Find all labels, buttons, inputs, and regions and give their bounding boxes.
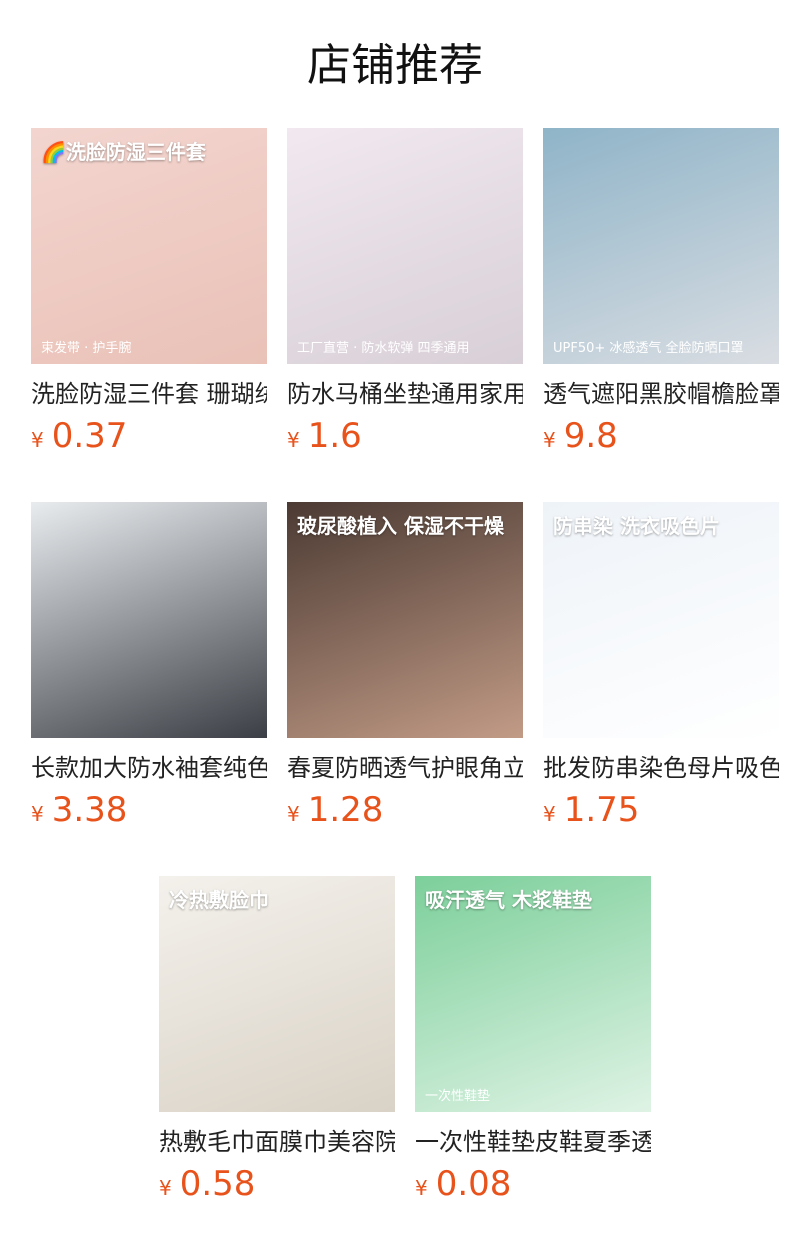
image-caption-top: 冷热敷脸巾 bbox=[169, 888, 269, 912]
image-caption-bottom: 一次性鞋垫 bbox=[425, 1089, 491, 1104]
page-title: 店铺推荐 bbox=[307, 40, 483, 91]
product-card[interactable]: 冷热敷脸巾热敷毛巾面膜巾美容院 ¥0.58 bbox=[159, 876, 395, 1204]
product-card[interactable]: 长款加大防水袖套纯色 ¥3.38 bbox=[31, 502, 267, 830]
product-image[interactable] bbox=[31, 502, 267, 738]
price-amount: 0.58 bbox=[179, 1164, 256, 1204]
currency-symbol: ¥ bbox=[159, 1176, 172, 1200]
price-amount: 1.28 bbox=[307, 790, 384, 830]
product-name[interactable]: 防水马桶坐垫通用家用 bbox=[287, 378, 523, 410]
image-caption-top: 吸汗透气 木浆鞋垫 bbox=[425, 888, 592, 912]
product-image[interactable]: 防串染 洗衣吸色片 bbox=[543, 502, 779, 738]
image-caption-top: 防串染 洗衣吸色片 bbox=[553, 514, 720, 538]
product-name[interactable]: 春夏防晒透气护眼角立体 bbox=[287, 752, 523, 784]
currency-symbol: ¥ bbox=[543, 802, 556, 826]
product-card[interactable]: 吸汗透气 木浆鞋垫一次性鞋垫一次性鞋垫皮鞋夏季透气 ¥0.08 bbox=[415, 876, 651, 1204]
currency-symbol: ¥ bbox=[287, 428, 300, 452]
product-card[interactable]: 玻尿酸植入 保湿不干燥春夏防晒透气护眼角立体 ¥1.28 bbox=[287, 502, 523, 830]
product-card[interactable]: 防串染 洗衣吸色片批发防串染色母片吸色 ¥1.75 bbox=[543, 502, 779, 830]
image-caption-bottom: 束发带 · 护手腕 bbox=[41, 341, 132, 356]
product-name[interactable]: 一次性鞋垫皮鞋夏季透气 bbox=[415, 1126, 651, 1158]
price-amount: 0.08 bbox=[435, 1164, 512, 1204]
image-caption-top: 玻尿酸植入 保湿不干燥 bbox=[297, 514, 504, 538]
product-row: 冷热敷脸巾热敷毛巾面膜巾美容院 ¥0.58 吸汗透气 木浆鞋垫一次性鞋垫一次性鞋垫… bbox=[31, 876, 779, 1204]
product-name[interactable]: 热敷毛巾面膜巾美容院 bbox=[159, 1126, 395, 1158]
product-row: 长款加大防水袖套纯色 ¥3.38 玻尿酸植入 保湿不干燥春夏防晒透气护眼角立体 ¥1… bbox=[31, 502, 779, 830]
price-amount: 9.8 bbox=[563, 416, 618, 456]
product-price: ¥1.28 bbox=[287, 790, 523, 830]
product-image[interactable]: 冷热敷脸巾 bbox=[159, 876, 395, 1112]
image-caption-bottom: UPF50+ 冰感透气 全脸防晒口罩 bbox=[553, 341, 744, 356]
product-name[interactable]: 长款加大防水袖套纯色 bbox=[31, 752, 267, 784]
product-image[interactable]: 工厂直营 · 防水软弹 四季通用 bbox=[287, 128, 523, 364]
product-card[interactable]: UPF50+ 冰感透气 全脸防晒口罩透气遮阳黑胶帽檐脸罩 ¥9.8 bbox=[543, 128, 779, 456]
image-caption-top: 🌈洗脸防湿三件套 bbox=[41, 140, 206, 164]
product-image[interactable]: 🌈洗脸防湿三件套束发带 · 护手腕 bbox=[31, 128, 267, 364]
product-price: ¥0.37 bbox=[31, 416, 267, 456]
price-amount: 3.38 bbox=[51, 790, 128, 830]
currency-symbol: ¥ bbox=[31, 428, 44, 452]
price-amount: 0.37 bbox=[51, 416, 128, 456]
product-card[interactable]: 工厂直营 · 防水软弹 四季通用防水马桶坐垫通用家用 ¥1.6 bbox=[287, 128, 523, 456]
product-name[interactable]: 批发防串染色母片吸色 bbox=[543, 752, 779, 784]
product-price: ¥1.6 bbox=[287, 416, 523, 456]
image-caption-bottom: 工厂直营 · 防水软弹 四季通用 bbox=[297, 341, 470, 356]
price-amount: 1.75 bbox=[563, 790, 640, 830]
product-row: 🌈洗脸防湿三件套束发带 · 护手腕洗脸防湿三件套 珊瑚绒 ¥0.37 工厂直营 ·… bbox=[31, 128, 779, 456]
product-price: ¥9.8 bbox=[543, 416, 779, 456]
product-name[interactable]: 透气遮阳黑胶帽檐脸罩 bbox=[543, 378, 779, 410]
product-name[interactable]: 洗脸防湿三件套 珊瑚绒 bbox=[31, 378, 267, 410]
product-grid: 🌈洗脸防湿三件套束发带 · 护手腕洗脸防湿三件套 珊瑚绒 ¥0.37 工厂直营 ·… bbox=[31, 128, 779, 1250]
product-price: ¥3.38 bbox=[31, 790, 267, 830]
price-amount: 1.6 bbox=[307, 416, 362, 456]
product-image[interactable]: 吸汗透气 木浆鞋垫一次性鞋垫 bbox=[415, 876, 651, 1112]
currency-symbol: ¥ bbox=[287, 802, 300, 826]
product-card[interactable]: 🌈洗脸防湿三件套束发带 · 护手腕洗脸防湿三件套 珊瑚绒 ¥0.37 bbox=[31, 128, 267, 456]
currency-symbol: ¥ bbox=[543, 428, 556, 452]
product-price: ¥1.75 bbox=[543, 790, 779, 830]
product-image[interactable]: UPF50+ 冰感透气 全脸防晒口罩 bbox=[543, 128, 779, 364]
product-price: ¥0.58 bbox=[159, 1164, 395, 1204]
currency-symbol: ¥ bbox=[415, 1176, 428, 1200]
product-price: ¥0.08 bbox=[415, 1164, 651, 1204]
product-image[interactable]: 玻尿酸植入 保湿不干燥 bbox=[287, 502, 523, 738]
currency-symbol: ¥ bbox=[31, 802, 44, 826]
